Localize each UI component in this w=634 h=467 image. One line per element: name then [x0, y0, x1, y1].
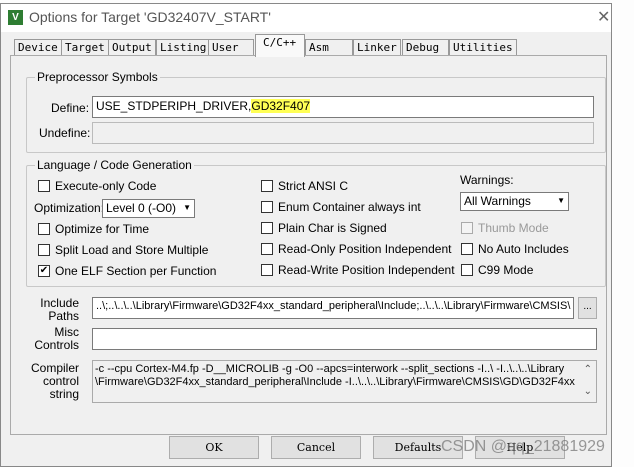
execute-only-checkbox[interactable] — [38, 180, 50, 192]
tab-debug[interactable]: Debug — [402, 39, 449, 56]
options-dialog: V Options for Target 'GD32407V_START' ✕ … — [0, 3, 612, 467]
misc-controls-label: Misc Controls — [21, 326, 79, 352]
one-elf-label: One ELF Section per Function — [55, 264, 217, 278]
ro-pi-label: Read-Only Position Independent — [278, 242, 452, 256]
dropdown-arrow-icon: ▼ — [183, 203, 191, 212]
compiler-string-label: Compiler control string — [21, 362, 79, 401]
optimization-label: Optimization: — [34, 201, 105, 215]
warnings-select[interactable]: All Warnings ▼ — [460, 192, 569, 211]
tab-device[interactable]: Device — [14, 39, 62, 56]
define-input[interactable]: USE_STDPERIPH_DRIVER,GD32F407 — [92, 96, 594, 118]
scroll-up-icon[interactable]: ⌃ — [584, 363, 592, 376]
define-value-part: USE_STDPERIPH_DRIVER, — [96, 99, 252, 113]
misc-controls-input[interactable] — [92, 328, 597, 350]
dropdown-arrow-icon: ▼ — [557, 196, 565, 205]
warnings-value: All Warnings — [464, 194, 531, 208]
compiler-line-1: -c --cpu Cortex-M4.fp -D__MICROLIB -g -O… — [95, 363, 565, 375]
execute-only-label: Execute-only Code — [55, 179, 157, 193]
tab-user[interactable]: User — [208, 39, 254, 56]
one-elf-checkbox[interactable]: ✔ — [38, 265, 50, 277]
c99-mode-label: C99 Mode — [478, 263, 534, 277]
split-load-label: Split Load and Store Multiple — [55, 243, 209, 257]
tab-utilities[interactable]: Utilities — [449, 39, 517, 56]
rw-pi-checkbox[interactable] — [261, 264, 273, 276]
misc-label-line2: Controls — [34, 338, 79, 352]
optimize-time-label: Optimize for Time — [55, 222, 150, 236]
scroll-down-icon[interactable]: ⌄ — [584, 385, 592, 398]
warnings-label: Warnings: — [460, 173, 514, 187]
tab-listing[interactable]: Listing — [156, 39, 211, 56]
title-bar: V Options for Target 'GD32407V_START' ✕ — [1, 4, 611, 32]
thumb-mode-label: Thumb Mode — [478, 221, 549, 235]
undefine-input[interactable] — [92, 122, 594, 144]
thumb-mode-checkbox[interactable] — [461, 222, 473, 234]
strict-ansi-checkbox[interactable] — [261, 180, 273, 192]
no-auto-includes-label: No Auto Includes — [478, 242, 569, 256]
include-label-line2: Paths — [48, 309, 79, 323]
ro-pi-checkbox[interactable] — [261, 243, 273, 255]
preprocessor-title: Preprocessor Symbols — [35, 70, 160, 84]
plain-char-checkbox[interactable] — [261, 222, 273, 234]
tab-target[interactable]: Target — [61, 39, 109, 56]
close-icon[interactable]: ✕ — [597, 7, 610, 27]
compiler-label-line3: string — [49, 387, 79, 401]
enum-container-checkbox[interactable] — [261, 201, 273, 213]
include-paths-label: Include Paths — [21, 297, 79, 323]
tab-linker[interactable]: Linker — [353, 39, 401, 56]
include-paths-input[interactable]: ..\;..\..\..\Library\Firmware\GD32F4xx_s… — [92, 297, 574, 319]
compiler-line-2: \Firmware\GD32F4xx_standard_peripheral\I… — [95, 376, 575, 388]
tab-output[interactable]: Output — [108, 39, 156, 56]
window-title: Options for Target 'GD32407V_START' — [29, 9, 271, 25]
keil-app-icon: V — [8, 10, 23, 25]
tab-c-cpp[interactable]: C/C++ — [255, 34, 305, 57]
strict-ansi-label: Strict ANSI C — [278, 179, 349, 193]
optimization-value: Level 0 (-O0) — [106, 201, 177, 215]
optimize-time-checkbox[interactable] — [38, 223, 50, 235]
language-title: Language / Code Generation — [35, 158, 194, 172]
ok-button[interactable]: OK — [169, 436, 259, 459]
no-auto-includes-checkbox[interactable] — [461, 243, 473, 255]
watermark: CSDN @qq_21881929 — [441, 438, 605, 455]
tab-asm[interactable]: Asm — [305, 39, 353, 56]
undefine-label: Undefine: — [39, 126, 91, 140]
define-value-highlighted: GD32F407 — [251, 99, 311, 113]
include-browse-button[interactable]: ... — [578, 297, 597, 319]
rw-pi-label: Read-Write Position Independent — [278, 263, 455, 277]
optimization-select[interactable]: Level 0 (-O0) ▼ — [102, 199, 195, 218]
enum-container-label: Enum Container always int — [278, 200, 421, 214]
compiler-string-box[interactable]: -c --cpu Cortex-M4.fp -D__MICROLIB -g -O… — [92, 360, 597, 403]
split-load-checkbox[interactable] — [38, 244, 50, 256]
cancel-button[interactable]: Cancel — [271, 436, 361, 459]
c99-mode-checkbox[interactable] — [461, 264, 473, 276]
plain-char-label: Plain Char is Signed — [278, 221, 387, 235]
define-label: Define: — [51, 101, 90, 115]
